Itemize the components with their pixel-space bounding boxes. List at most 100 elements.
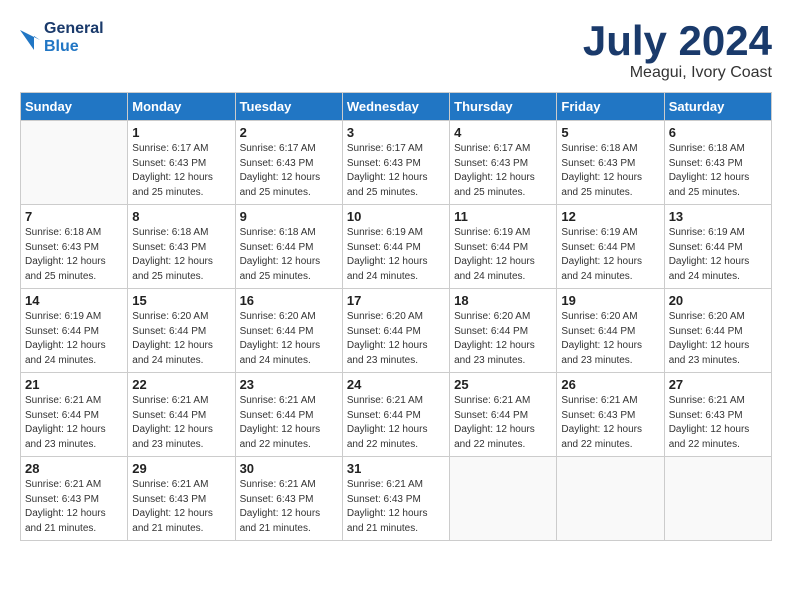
day-number: 21 [25,377,123,392]
day-info: Sunrise: 6:21 AMSunset: 6:44 PMDaylight:… [132,394,230,452]
day-info: Sunrise: 6:21 AMSunset: 6:43 PMDaylight:… [347,478,445,536]
day-info: Sunrise: 6:21 AMSunset: 6:44 PMDaylight:… [454,394,552,452]
day-info: Sunrise: 6:21 AMSunset: 6:44 PMDaylight:… [347,394,445,452]
day-number: 7 [25,209,123,224]
day-number: 19 [561,293,659,308]
day-number: 25 [454,377,552,392]
logo-text: General Blue [20,20,104,56]
day-info: Sunrise: 6:21 AMSunset: 6:43 PMDaylight:… [240,478,338,536]
day-number: 31 [347,461,445,476]
day-info: Sunrise: 6:20 AMSunset: 6:44 PMDaylight:… [561,310,659,368]
calendar-cell: 15 Sunrise: 6:20 AMSunset: 6:44 PMDayligh… [128,289,235,373]
day-number: 30 [240,461,338,476]
day-number: 18 [454,293,552,308]
day-number: 15 [132,293,230,308]
day-info: Sunrise: 6:19 AMSunset: 6:44 PMDaylight:… [25,310,123,368]
title-area: July 2024 Meagui, Ivory Coast [583,20,772,82]
day-info: Sunrise: 6:18 AMSunset: 6:43 PMDaylight:… [561,142,659,200]
calendar-cell: 9 Sunrise: 6:18 AMSunset: 6:44 PMDaylight… [235,205,342,289]
day-info: Sunrise: 6:20 AMSunset: 6:44 PMDaylight:… [240,310,338,368]
calendar-cell: 24Sunrise: 6:21 AMSunset: 6:44 PMDayligh… [342,373,449,457]
day-info: Sunrise: 6:20 AMSunset: 6:44 PMDaylight:… [454,310,552,368]
calendar-cell: 12 Sunrise: 6:19 AMSunset: 6:44 PMDayligh… [557,205,664,289]
day-number: 16 [240,293,338,308]
day-number: 27 [669,377,767,392]
day-number: 5 [561,125,659,140]
day-number: 13 [669,209,767,224]
day-number: 17 [347,293,445,308]
calendar-cell: 26Sunrise: 6:21 AMSunset: 6:43 PMDayligh… [557,373,664,457]
calendar-week-1: 7 Sunrise: 6:18 AMSunset: 6:43 PMDaylight… [21,205,772,289]
day-number: 29 [132,461,230,476]
month-title: July 2024 [583,20,772,62]
day-info: Sunrise: 6:21 AMSunset: 6:43 PMDaylight:… [25,478,123,536]
day-info: Sunrise: 6:18 AMSunset: 6:43 PMDaylight:… [669,142,767,200]
day-info: Sunrise: 6:18 AMSunset: 6:43 PMDaylight:… [25,226,123,284]
day-info: Sunrise: 6:20 AMSunset: 6:44 PMDaylight:… [669,310,767,368]
day-info: Sunrise: 6:21 AMSunset: 6:43 PMDaylight:… [669,394,767,452]
calendar-cell: 22 Sunrise: 6:21 AMSunset: 6:44 PMDayligh… [128,373,235,457]
calendar-cell: 25 Sunrise: 6:21 AMSunset: 6:44 PMDayligh… [450,373,557,457]
day-info: Sunrise: 6:21 AMSunset: 6:43 PMDaylight:… [132,478,230,536]
calendar-week-0: 1 Sunrise: 6:17 AMSunset: 6:43 PMDaylight… [21,121,772,205]
day-info: Sunrise: 6:19 AMSunset: 6:44 PMDaylight:… [561,226,659,284]
calendar-cell: 11 Sunrise: 6:19 AMSunset: 6:44 PMDayligh… [450,205,557,289]
calendar-cell: 18 Sunrise: 6:20 AMSunset: 6:44 PMDayligh… [450,289,557,373]
day-info: Sunrise: 6:17 AMSunset: 6:43 PMDaylight:… [347,142,445,200]
calendar-cell: 2Sunrise: 6:17 AMSunset: 6:43 PMDaylight… [235,121,342,205]
day-info: Sunrise: 6:21 AMSunset: 6:44 PMDaylight:… [240,394,338,452]
header-wednesday: Wednesday [342,93,449,121]
calendar-cell [557,457,664,541]
header-tuesday: Tuesday [235,93,342,121]
day-info: Sunrise: 6:19 AMSunset: 6:44 PMDaylight:… [454,226,552,284]
day-info: Sunrise: 6:17 AMSunset: 6:43 PMDaylight:… [454,142,552,200]
logo-general: General [44,20,104,38]
day-number: 4 [454,125,552,140]
logo: General Blue [20,20,104,56]
calendar-cell: 23 Sunrise: 6:21 AMSunset: 6:44 PMDayligh… [235,373,342,457]
calendar-cell: 5 Sunrise: 6:18 AMSunset: 6:43 PMDaylight… [557,121,664,205]
location-title: Meagui, Ivory Coast [583,64,772,82]
calendar-cell: 1 Sunrise: 6:17 AMSunset: 6:43 PMDaylight… [128,121,235,205]
calendar-cell: 19 Sunrise: 6:20 AMSunset: 6:44 PMDayligh… [557,289,664,373]
calendar-cell: 16 Sunrise: 6:20 AMSunset: 6:44 PMDayligh… [235,289,342,373]
calendar-week-3: 21 Sunrise: 6:21 AMSunset: 6:44 PMDayligh… [21,373,772,457]
logo-bird-icon [20,20,40,56]
calendar-week-4: 28 Sunrise: 6:21 AMSunset: 6:43 PMDayligh… [21,457,772,541]
day-info: Sunrise: 6:19 AMSunset: 6:44 PMDaylight:… [347,226,445,284]
day-number: 28 [25,461,123,476]
day-number: 12 [561,209,659,224]
day-number: 22 [132,377,230,392]
day-number: 1 [132,125,230,140]
calendar-cell: 30 Sunrise: 6:21 AMSunset: 6:43 PMDayligh… [235,457,342,541]
day-number: 3 [347,125,445,140]
calendar-cell [21,121,128,205]
header-saturday: Saturday [664,93,771,121]
calendar-header-row: SundayMondayTuesdayWednesdayThursdayFrid… [21,93,772,121]
calendar-cell [664,457,771,541]
logo-blue: Blue [44,38,104,56]
calendar-cell: 3 Sunrise: 6:17 AMSunset: 6:43 PMDaylight… [342,121,449,205]
calendar-table: SundayMondayTuesdayWednesdayThursdayFrid… [20,92,772,541]
day-info: Sunrise: 6:18 AMSunset: 6:44 PMDaylight:… [240,226,338,284]
day-info: Sunrise: 6:20 AMSunset: 6:44 PMDaylight:… [347,310,445,368]
header-friday: Friday [557,93,664,121]
calendar-cell: 20Sunrise: 6:20 AMSunset: 6:44 PMDayligh… [664,289,771,373]
calendar-cell: 8Sunrise: 6:18 AMSunset: 6:43 PMDaylight… [128,205,235,289]
day-info: Sunrise: 6:20 AMSunset: 6:44 PMDaylight:… [132,310,230,368]
calendar-cell: 10 Sunrise: 6:19 AMSunset: 6:44 PMDayligh… [342,205,449,289]
header-thursday: Thursday [450,93,557,121]
day-number: 11 [454,209,552,224]
calendar-cell: 14 Sunrise: 6:19 AMSunset: 6:44 PMDayligh… [21,289,128,373]
day-info: Sunrise: 6:17 AMSunset: 6:43 PMDaylight:… [132,142,230,200]
calendar-cell: 13Sunrise: 6:19 AMSunset: 6:44 PMDayligh… [664,205,771,289]
calendar-cell: 7 Sunrise: 6:18 AMSunset: 6:43 PMDaylight… [21,205,128,289]
day-number: 6 [669,125,767,140]
day-number: 10 [347,209,445,224]
header-monday: Monday [128,93,235,121]
day-info: Sunrise: 6:21 AMSunset: 6:43 PMDaylight:… [561,394,659,452]
calendar-cell: 31 Sunrise: 6:21 AMSunset: 6:43 PMDayligh… [342,457,449,541]
day-number: 9 [240,209,338,224]
day-number: 23 [240,377,338,392]
day-number: 14 [25,293,123,308]
